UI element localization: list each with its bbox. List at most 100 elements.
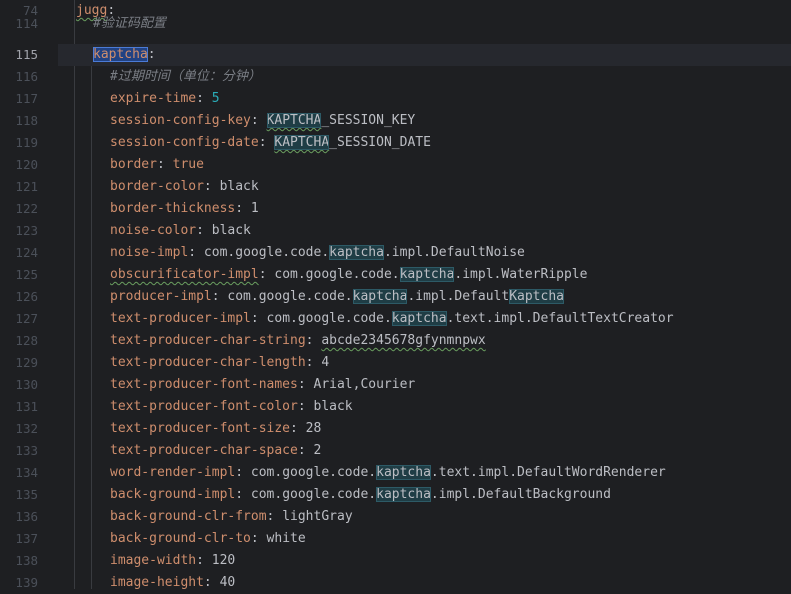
code-token: noise-impl: [110, 245, 189, 260]
line-number[interactable]: 130: [0, 374, 38, 396]
code-token: .text.impl.DefaultWordRenderer: [430, 465, 666, 480]
line-number[interactable]: 116: [0, 66, 38, 88]
code-line[interactable]: kaptcha:: [58, 44, 791, 66]
code-token: kaptcha: [329, 245, 384, 260]
code-line[interactable]: border-color: black: [58, 176, 791, 198]
code-line[interactable]: back-ground-clr-to: white: [58, 528, 791, 550]
code-token: back-ground-clr-to: [110, 531, 251, 546]
code-token: text-producer-font-color: [110, 399, 298, 414]
line-number-gutter[interactable]: 74 114 115 116 117 118 119 120 121 122 123 124 125 12…: [0, 0, 58, 590]
code-line[interactable]: #验证码配置: [58, 13, 791, 35]
line-number[interactable]: 121: [0, 176, 38, 198]
code-line[interactable]: text-producer-font-size: 28: [58, 418, 791, 440]
code-line[interactable]: #过期时间（单位：分钟）: [58, 66, 791, 88]
code-line[interactable]: obscurificator-impl: com.google.code.kap…: [58, 264, 791, 286]
code-token: border-thickness: [110, 201, 236, 216]
code-line[interactable]: producer-impl: com.google.code.kaptcha.i…: [58, 286, 791, 308]
code-token: true: [172, 157, 204, 172]
code-token: :: [297, 443, 314, 458]
code-token: text-producer-char-space: [110, 443, 298, 458]
code-token: 5: [211, 91, 220, 106]
code-line[interactable]: image-height: 40: [58, 572, 791, 594]
code-token: :: [203, 575, 220, 590]
code-token: session-config-key: [110, 113, 251, 128]
code-token: :: [250, 113, 267, 128]
code-token: KAPTCHA: [274, 135, 330, 150]
code-token: text-producer-font-size: [110, 421, 291, 436]
code-line[interactable]: text-producer-impl: com.google.code.kapt…: [58, 308, 791, 330]
line-number[interactable]: 115: [0, 44, 38, 66]
code-token: .impl.DefaultNoise: [383, 245, 525, 260]
code-token: border: [110, 157, 157, 172]
code-line[interactable]: text-producer-font-color: black: [58, 396, 791, 418]
code-editor[interactable]: 74 114 115 116 117 118 119 120 121 122 123 124 125 12…: [0, 0, 791, 590]
code-token: kaptcha: [376, 487, 431, 502]
line-number[interactable]: 138: [0, 550, 38, 572]
code-line[interactable]: image-width: 120: [58, 550, 791, 572]
line-number[interactable]: 135: [0, 484, 38, 506]
code-token: producer-impl: [110, 289, 212, 304]
code-token: image-height: [110, 575, 204, 590]
code-line[interactable]: noise-color: black: [58, 220, 791, 242]
code-token: _SESSION_DATE: [329, 135, 431, 150]
line-number[interactable]: 137: [0, 528, 38, 550]
code-line[interactable]: text-producer-char-string: abcde2345678g…: [58, 330, 791, 352]
line-number[interactable]: 120: [0, 154, 38, 176]
code-line[interactable]: session-config-key: KAPTCHA_SESSION_KEY: [58, 110, 791, 132]
code-line[interactable]: text-producer-char-length: 4: [58, 352, 791, 374]
code-line[interactable]: noise-impl: com.google.code.kaptcha.impl…: [58, 242, 791, 264]
code-token: :: [305, 333, 322, 348]
code-line[interactable]: border: true: [58, 154, 791, 176]
code-area[interactable]: jugg: #验证码配置 kaptcha: #过期时间（单位：分钟） expire-ti…: [58, 0, 791, 590]
line-number[interactable]: 114: [0, 13, 38, 35]
line-number[interactable]: 125: [0, 264, 38, 286]
line-number[interactable]: 133: [0, 440, 38, 462]
code-token: text-producer-font-names: [110, 377, 298, 392]
code-token: back-ground-clr-from: [110, 509, 267, 524]
code-token: #过期时间（单位：分钟）: [110, 69, 261, 84]
code-line[interactable]: text-producer-char-space: 2: [58, 440, 791, 462]
code-token: : com.google.code.: [211, 289, 353, 304]
line-number[interactable]: 136: [0, 506, 38, 528]
code-token: :: [196, 91, 212, 106]
code-token: Kaptcha: [509, 289, 564, 304]
line-number[interactable]: 131: [0, 396, 38, 418]
code-token: border-color: [110, 179, 204, 194]
line-number[interactable]: 119: [0, 132, 38, 154]
code-line[interactable]: word-render-impl: com.google.code.kaptch…: [58, 462, 791, 484]
code-token: :: [305, 355, 322, 370]
line-number[interactable]: 122: [0, 198, 38, 220]
line-number[interactable]: 118: [0, 110, 38, 132]
code-token: #验证码配置: [93, 16, 166, 31]
code-token: 4: [321, 355, 330, 370]
code-token: .impl.WaterRipple: [454, 267, 588, 282]
code-token: 2: [313, 443, 322, 458]
line-number[interactable]: 124: [0, 242, 38, 264]
line-number[interactable]: 129: [0, 352, 38, 374]
code-line[interactable]: expire-time: 5: [58, 88, 791, 110]
code-token: : Arial,Courier: [297, 377, 416, 392]
line-number[interactable]: 132: [0, 418, 38, 440]
code-token: 28: [305, 421, 322, 436]
code-token: : black: [297, 399, 353, 414]
code-token: kaptcha: [399, 267, 455, 282]
line-number[interactable]: 128: [0, 330, 38, 352]
code-line[interactable]: back-ground-impl: com.google.code.kaptch…: [58, 484, 791, 506]
code-line[interactable]: text-producer-font-names: Arial,Courier: [58, 374, 791, 396]
line-number[interactable]: 134: [0, 462, 38, 484]
code-token: : black: [203, 179, 259, 194]
code-token: noise-color: [110, 223, 197, 238]
line-number[interactable]: 117: [0, 88, 38, 110]
code-token: : com.google.code.: [250, 311, 392, 326]
code-line[interactable]: session-config-date: KAPTCHA_SESSION_DAT…: [58, 132, 791, 154]
line-number[interactable]: 127: [0, 308, 38, 330]
code-token: : com.google.code.: [235, 487, 377, 502]
code-token: 40: [219, 575, 236, 590]
code-line[interactable]: back-ground-clr-from: lightGray: [58, 506, 791, 528]
line-number[interactable]: 139: [0, 572, 38, 594]
line-number[interactable]: 126: [0, 286, 38, 308]
code-token: :: [235, 201, 251, 216]
code-line[interactable]: border-thickness: 1: [58, 198, 791, 220]
code-token: kaptcha: [376, 465, 431, 480]
line-number[interactable]: 123: [0, 220, 38, 242]
